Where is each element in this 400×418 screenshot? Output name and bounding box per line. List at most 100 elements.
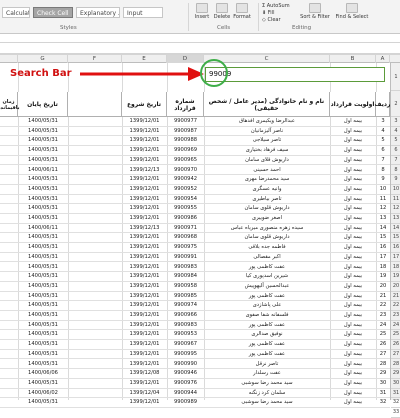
row-header[interactable]: 2 [391,91,400,117]
start-date-cell[interactable]: 1399/12/01 [122,253,167,262]
name-cell[interactable]: عفت کاظمی پور [204,263,330,272]
table-row[interactable]: 1400/05/31 1399/12/01 9900983 عفت کاظمی پور… [0,263,390,273]
end-date-cell[interactable]: 1400/05/31 [18,311,68,320]
index-cell[interactable]: 26 [376,340,390,349]
table-row[interactable]: 1400/05/31 1399/12/01 9900988 تاصر سیلاجی بی… [0,136,390,147]
row-header[interactable]: 33 [391,408,400,418]
header-remaining[interactable]: زمان باقیمانده [0,92,20,117]
row-header[interactable]: 3 [391,117,400,127]
start-date-cell[interactable]: 1399/12/01 [122,311,167,320]
contract-number-cell[interactable]: 9900967 [167,340,204,349]
name-cell[interactable]: ناصر آلیزمانیان [204,127,330,136]
row-header[interactable]: 6 [391,146,400,156]
index-cell[interactable]: 24 [376,321,390,330]
name-cell[interactable]: سیده زهره منصوری میریاه عباس [204,224,330,233]
contract-number-cell[interactable]: 9900976 [167,379,204,388]
table-row[interactable]: 1400/05/31 1399/12/01 9900990 تاصر نرقل بیمه… [0,360,390,370]
index-cell[interactable]: 21 [376,292,390,301]
table-row[interactable]: 1400/05/31 1399/12/01 9900984 شیرین اسدپوری… [0,272,390,282]
name-cell[interactable]: عفت کاظمی پور [204,321,330,330]
contract-number-cell[interactable]: 9900987 [167,127,204,136]
row-header[interactable]: 14 [391,224,400,234]
end-date-cell[interactable]: 1400/05/31 [18,136,68,145]
start-date-cell[interactable]: 1399/12/01 [122,379,167,388]
index-cell[interactable]: 12 [376,204,390,213]
index-cell[interactable]: 23 [376,311,390,320]
priority-cell[interactable]: بیمه اول [330,146,376,155]
end-date-cell[interactable]: 1400/05/31 [18,282,68,291]
header-index[interactable]: ردیف [375,92,390,117]
priority-cell[interactable]: بیمه اول [330,311,376,320]
start-date-cell[interactable]: 1399/12/01 [122,301,167,310]
start-date-cell[interactable]: 1399/12/01 [122,340,167,349]
find-select-button[interactable]: Find & Select [335,2,369,22]
index-cell[interactable]: 28 [376,360,390,369]
column-header-g[interactable]: G [18,55,68,63]
table-row[interactable]: 1400/05/31 1399/12/01 9900977 عبدالرضا ویکی… [0,117,390,127]
priority-cell[interactable]: بیمه اول [330,379,376,388]
priority-cell[interactable]: بیمه اول [330,127,376,136]
end-date-cell[interactable]: 1400/05/31 [18,360,68,369]
contract-number-cell[interactable]: 9900984 [167,272,204,281]
table-row[interactable]: 1400/05/31 1399/12/01 9900983 عفت کاظمی پور… [0,321,390,331]
name-cell[interactable]: عفت کاظمی پور [204,340,330,349]
row-header[interactable]: 4 [391,127,400,137]
contract-number-cell[interactable]: 9900953 [167,330,204,339]
header-start-date[interactable]: تاریخ شروع [122,92,167,117]
table-row[interactable]: 1400/06/06 1399/12/08 9900946 عفت رسلدار بیم… [0,369,390,379]
contract-number-cell[interactable]: 9900952 [167,185,204,194]
table-row[interactable]: 1400/05/31 1399/12/01 9900986 اصغر ضوییری بی… [0,214,390,224]
table-row[interactable]: 1400/05/31 1399/12/01 9900987 ناصر آلیزمانی… [0,127,390,137]
index-cell[interactable]: 3 [376,117,390,126]
contract-number-cell[interactable]: 9900942 [167,175,204,184]
table-row[interactable]: 1400/05/31 1399/12/01 9900965 داریوش قلای س… [0,156,390,166]
start-date-cell[interactable]: 1399/12/04 [122,389,167,398]
row-header[interactable]: 15 [391,233,400,244]
row-header[interactable]: 27 [391,350,400,360]
row-header[interactable]: 10 [391,185,400,195]
name-cell[interactable]: عبدالرضا ویکیمری افدهاق [204,117,330,126]
name-cell[interactable]: فاطمه جده بلاقی [204,243,330,252]
sort-filter-button[interactable]: Sort & Filter [298,2,332,22]
name-cell[interactable]: تاصر سیلاجی [204,136,330,145]
contract-number-cell[interactable]: 9900971 [167,224,204,233]
table-row[interactable]: 1400/05/31 1399/12/01 9900968 داریوش قلوی س… [0,233,390,244]
name-cell[interactable]: اکبر مقصالی [204,253,330,262]
start-date-cell[interactable]: 1399/12/01 [122,233,167,242]
header-name[interactable]: نام و نام خانوادگی (مدیر عامل / شخص حقیق… [204,92,330,117]
autosum-button[interactable]: Σ AutoSum [262,3,290,9]
start-date-cell[interactable]: 1399/12/01 [122,175,167,184]
contract-number-cell[interactable]: 9900974 [167,301,204,310]
end-date-cell[interactable]: 1400/05/31 [18,175,68,184]
name-cell[interactable]: علی پاشازدی [204,301,330,310]
end-date-cell[interactable]: 1400/05/31 [18,350,68,359]
end-date-cell[interactable]: 1400/05/31 [18,127,68,136]
index-cell[interactable]: 31 [376,389,390,398]
table-row[interactable]: 1400/05/31 1399/12/01 9900974 علی پاشازدی بی… [0,301,390,311]
contract-number-cell[interactable]: 9900968 [167,233,204,242]
style-check-cell[interactable]: Check Cell [33,7,73,18]
name-cell[interactable]: وانیه عسگری [204,185,330,194]
end-date-cell[interactable]: 1400/05/31 [18,321,68,330]
priority-cell[interactable]: بیمه اول [330,321,376,330]
priority-cell[interactable]: بیمه اول [330,214,376,223]
row-header[interactable]: 21 [391,292,400,302]
table-row[interactable]: 1400/06/11 1399/12/13 9900971 سیده زهره منص… [0,224,390,234]
end-date-cell[interactable]: 1400/05/31 [18,340,68,349]
header-end-date[interactable]: تاریخ پایان [18,92,68,117]
delete-button[interactable]: Delete [211,2,233,22]
contract-number-cell[interactable]: 9900954 [167,195,204,204]
name-cell[interactable]: تاصر نرقل [204,360,330,369]
index-cell[interactable]: 15 [376,233,390,242]
row-header[interactable]: 17 [391,253,400,263]
contract-number-cell[interactable]: 9900966 [167,311,204,320]
row-header[interactable]: 18 [391,263,400,273]
contract-number-cell[interactable]: 9900977 [167,117,204,126]
insert-button[interactable]: Insert [191,2,213,22]
table-row[interactable]: 1400/05/31 1399/12/01 9900952 وانیه عسگری بی… [0,185,390,195]
table-row[interactable]: 1400/05/31 1399/12/01 9900953 نوفیق صدالری ب… [0,330,390,341]
row-header[interactable]: 20 [391,282,400,292]
header-contract-number[interactable]: شماره قرارداد [167,92,204,117]
index-cell[interactable]: 27 [376,350,390,359]
end-date-cell[interactable]: 1400/05/31 [18,214,68,223]
